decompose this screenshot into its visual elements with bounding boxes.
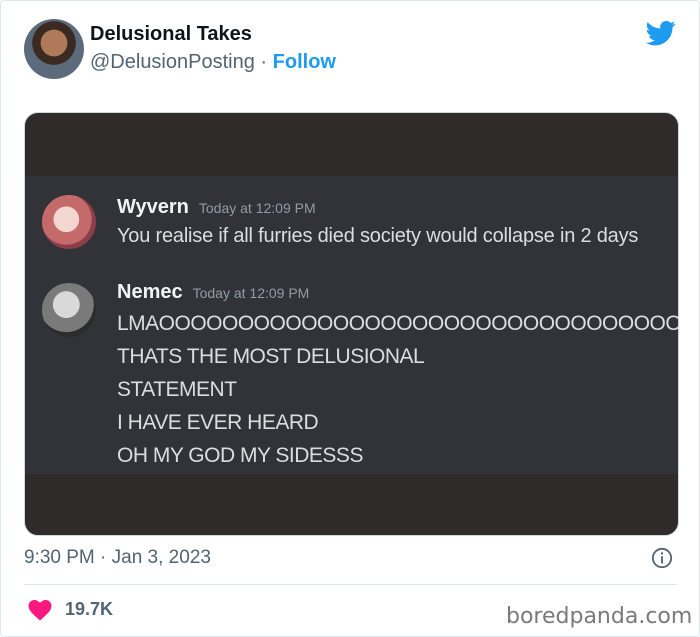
message-text: You realise if all furries died society … <box>117 225 639 247</box>
author-handle[interactable]: @DelusionPosting <box>90 51 255 73</box>
watermark: boredpanda.com <box>506 604 693 629</box>
tweet-card: Delusional Takes @DelusionPosting · Foll… <box>0 0 700 637</box>
message-author-name: Nemec <box>117 281 183 303</box>
nemec-avatar <box>42 283 96 337</box>
tweet-timestamp[interactable]: 9:30 PM · Jan 3, 2023 <box>24 547 211 569</box>
message-line: STATEMENT <box>117 378 237 401</box>
tweet-media-image[interactable]: Wyvern Today at 12:09 PM You realise if a… <box>24 112 679 536</box>
message-time: Today at 12:09 PM <box>192 285 310 301</box>
wyvern-avatar <box>42 195 96 249</box>
like-count[interactable]: 19.7K <box>65 599 113 620</box>
separator-dot: · <box>260 51 268 73</box>
message-line: THATS THE MOST DELUSIONAL <box>117 345 425 368</box>
message-author: Nemec Today at 12:09 PM <box>117 281 309 304</box>
message-author: Wyvern Today at 12:09 PM <box>117 196 316 219</box>
discord-chat-screenshot: Wyvern Today at 12:09 PM You realise if a… <box>25 176 678 474</box>
follow-button[interactable]: Follow <box>273 51 336 73</box>
divider <box>24 584 677 585</box>
heart-icon[interactable] <box>28 599 52 621</box>
message-line: LMAOOOOOOOOOOOOOOOOOOOOOOOOOOOOOOOOOOOOO <box>117 312 678 335</box>
author-name[interactable]: Delusional Takes <box>90 23 252 46</box>
info-icon[interactable] <box>651 547 673 569</box>
author-avatar[interactable] <box>24 19 84 79</box>
message-line: OH MY GOD MY SIDESSS <box>117 444 363 467</box>
message-line: I HAVE EVER HEARD <box>117 411 319 434</box>
message-author-name: Wyvern <box>117 196 189 218</box>
twitter-bird-icon[interactable] <box>644 18 678 48</box>
message-time: Today at 12:09 PM <box>198 200 316 216</box>
handle-row: @DelusionPosting · Follow <box>90 51 336 74</box>
